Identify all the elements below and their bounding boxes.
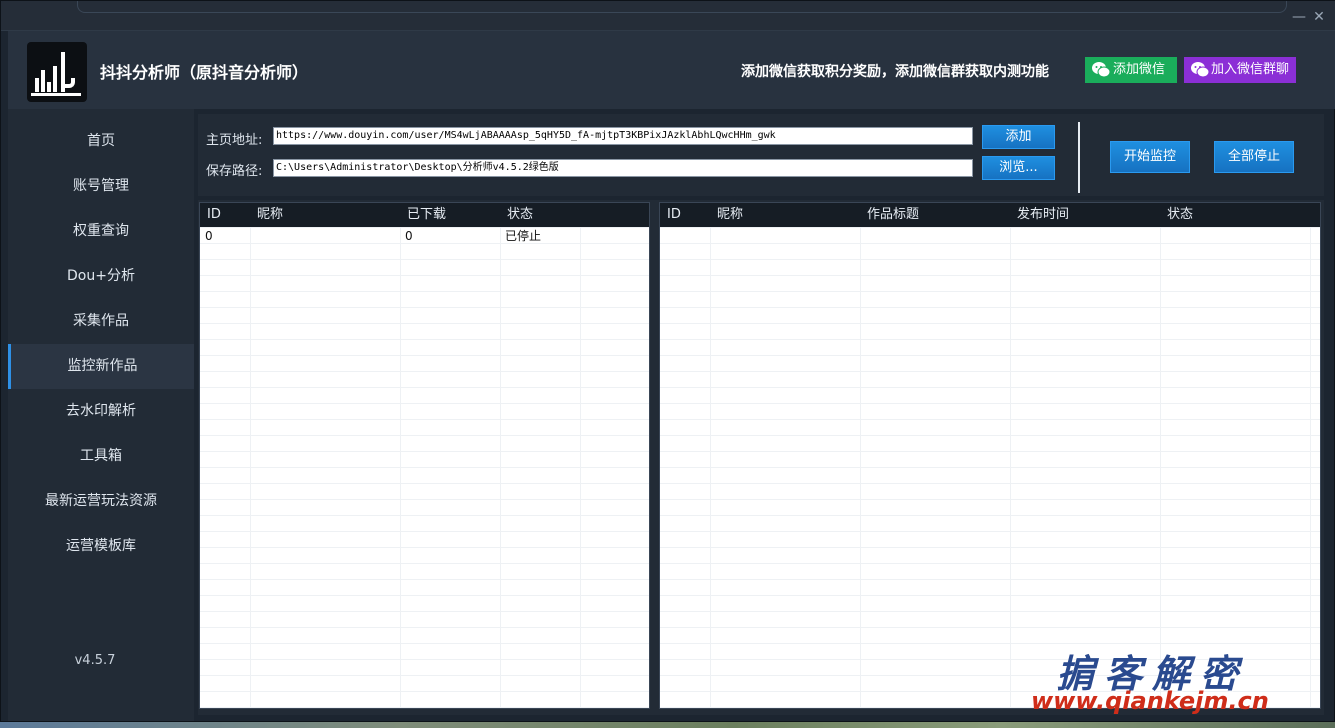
column-header-publish-time[interactable]: 发布时间	[1017, 203, 1069, 227]
homepage-url-input[interactable]: https://www.douyin.com/user/MS4wLjABAAAA…	[273, 127, 973, 145]
sidebar-item-latest-resources[interactable]: 最新运营玩法资源	[8, 479, 194, 524]
sidebar-item-watermark-removal[interactable]: 去水印解析	[8, 389, 194, 434]
app-header: 抖抖分析师（原抖音分析师） 添加微信获取积分奖励，添加微信群获取内测功能 添加微…	[8, 31, 1335, 109]
sidebar-item-collect-works[interactable]: 采集作品	[8, 299, 194, 344]
join-group-button[interactable]: 加入微信群聊	[1184, 57, 1296, 83]
monitor-form: 主页地址: https://www.douyin.com/user/MS4wLj…	[198, 114, 1324, 196]
column-header-id[interactable]: ID	[207, 203, 221, 227]
sidebar-item-template-library[interactable]: 运营模板库	[8, 524, 194, 569]
sidebar-item-monitor-new-works[interactable]: 监控新作品	[8, 344, 194, 389]
promo-text: 添加微信获取积分奖励，添加微信群获取内测功能	[741, 64, 1049, 80]
accounts-table-body	[200, 227, 649, 708]
save-path-input[interactable]: C:\Users\Administrator\Desktop\分析师v4.5.2…	[273, 159, 973, 177]
sidebar: 首页 账号管理 权重查询 Dou+分析 采集作品 监控新作品 去水印解析 工具箱…	[8, 109, 194, 721]
title-bar-decoration	[77, 1, 1287, 13]
app-window: — ✕ 抖抖分析师（原抖音分析师） 添加微信获取积分奖励，添加微信群获取内测功能…	[0, 0, 1335, 722]
app-title: 抖抖分析师（原抖音分析师）	[100, 63, 309, 82]
column-header-nickname[interactable]: 昵称	[717, 203, 743, 227]
close-icon[interactable]: ✕	[1311, 9, 1327, 25]
sidebar-item-weight-query[interactable]: 权重查询	[8, 209, 194, 254]
column-header-status[interactable]: 状态	[1167, 203, 1193, 227]
stop-all-button[interactable]: 全部停止	[1214, 141, 1294, 173]
version-label: v4.5.7	[74, 653, 116, 668]
join-group-label: 加入微信群聊	[1211, 62, 1290, 77]
homepage-label: 主页地址:	[206, 133, 263, 148]
row-id-cell: 0	[205, 229, 213, 243]
accounts-table: ID 昵称 已下载 状态 0 0 已停止	[199, 202, 650, 709]
wechat-icon	[1092, 62, 1111, 78]
row-downloaded-cell: 0	[405, 229, 413, 243]
browse-button[interactable]: 浏览...	[982, 156, 1055, 180]
watermark-url: www.qiankejm.cn	[1031, 687, 1269, 715]
works-table-header: ID 昵称 作品标题 发布时间 状态	[660, 203, 1320, 227]
sidebar-item-home[interactable]: 首页	[8, 119, 194, 164]
sidebar-item-dou-analysis[interactable]: Dou+分析	[8, 254, 194, 299]
column-header-status[interactable]: 状态	[507, 203, 533, 227]
add-wechat-button[interactable]: 添加微信	[1085, 57, 1177, 83]
column-header-downloaded[interactable]: 已下载	[407, 203, 446, 227]
save-path-label: 保存路径:	[206, 164, 263, 179]
works-table: ID 昵称 作品标题 发布时间 状态	[659, 202, 1321, 709]
start-monitor-button[interactable]: 开始监控	[1110, 141, 1190, 173]
row-status-cell: 已停止	[505, 229, 542, 243]
column-header-id[interactable]: ID	[667, 203, 681, 227]
column-header-work-title[interactable]: 作品标题	[867, 203, 919, 227]
app-logo	[27, 42, 87, 102]
sidebar-item-toolbox[interactable]: 工具箱	[8, 434, 194, 479]
form-divider	[1078, 122, 1080, 193]
column-header-nickname[interactable]: 昵称	[257, 203, 283, 227]
add-wechat-label: 添加微信	[1113, 62, 1166, 77]
minimize-icon[interactable]: —	[1291, 9, 1307, 25]
title-bar[interactable]: — ✕	[1, 1, 1335, 31]
sidebar-item-account-management[interactable]: 账号管理	[8, 164, 194, 209]
wechat-group-icon	[1191, 62, 1210, 78]
works-table-body	[660, 227, 1320, 708]
add-button[interactable]: 添加	[982, 125, 1055, 149]
accounts-table-header: ID 昵称 已下载 状态	[200, 203, 649, 227]
